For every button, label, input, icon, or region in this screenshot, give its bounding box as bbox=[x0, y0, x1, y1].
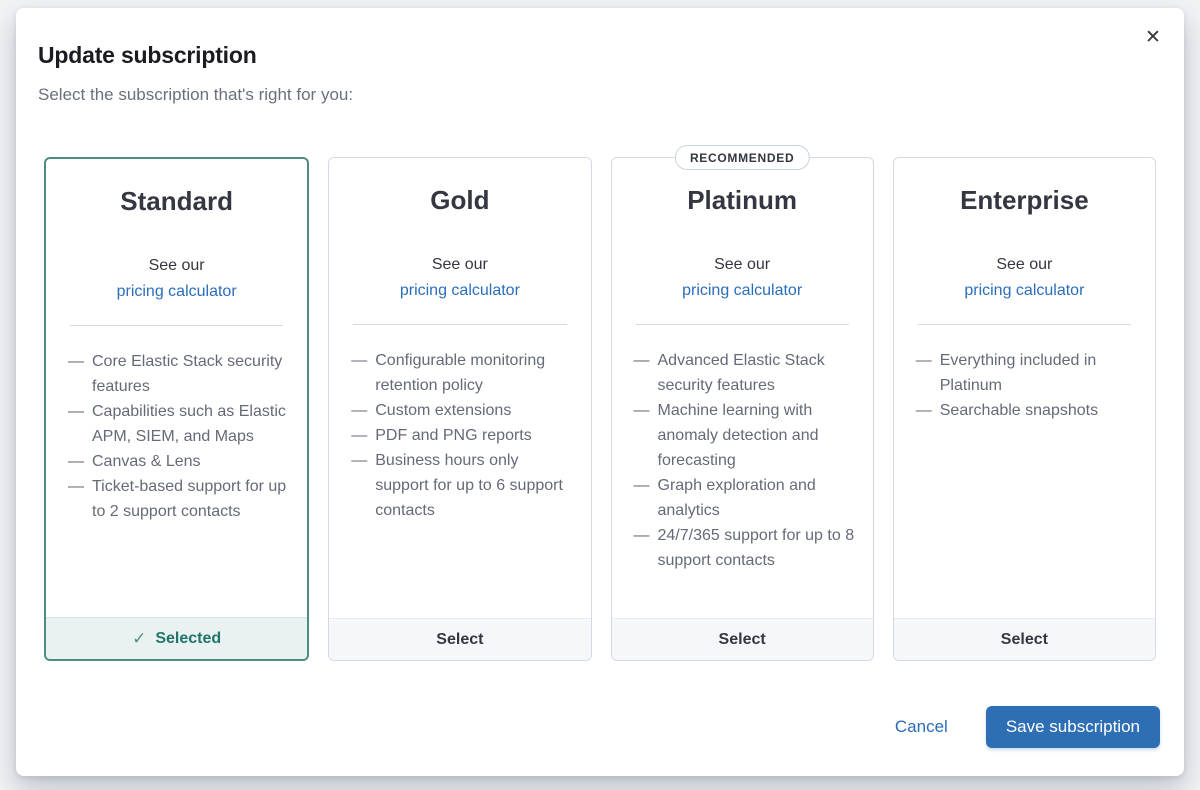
feature-text: Custom extensions bbox=[375, 398, 511, 423]
select-button-label: Select bbox=[1001, 631, 1048, 649]
dash-bullet: — bbox=[68, 349, 84, 399]
dash-bullet: — bbox=[68, 474, 84, 524]
plan-title: Gold bbox=[329, 185, 590, 216]
pricing-block: See our pricing calculator bbox=[894, 252, 1155, 304]
dash-bullet: — bbox=[634, 398, 650, 473]
list-item: — Canvas & Lens bbox=[68, 449, 289, 474]
list-item: —Everything included in Platinum bbox=[916, 348, 1137, 398]
list-item: —Advanced Elastic Stack security feature… bbox=[634, 348, 855, 398]
feature-text: Core Elastic Stack security features bbox=[92, 349, 289, 399]
dash-bullet: — bbox=[634, 473, 650, 523]
modal-title: Update subscription bbox=[38, 42, 1162, 69]
dash-bullet: — bbox=[634, 523, 650, 573]
modal-subtitle: Select the subscription that's right for… bbox=[38, 85, 1162, 105]
feature-text: Configurable monitoring retention policy bbox=[375, 348, 572, 398]
divider bbox=[636, 324, 849, 325]
close-icon[interactable]: ✕ bbox=[1140, 24, 1166, 50]
see-our-text: See our bbox=[894, 252, 1155, 278]
dash-bullet: — bbox=[634, 348, 650, 398]
dash-bullet: — bbox=[351, 348, 367, 398]
dash-bullet: — bbox=[351, 398, 367, 423]
feature-text: Canvas & Lens bbox=[92, 449, 201, 474]
plan-card-gold: Gold See our pricing calculator —Configu… bbox=[328, 157, 591, 661]
pricing-calculator-link[interactable]: pricing calculator bbox=[612, 278, 873, 304]
plan-card-platinum: RECOMMENDED Platinum See our pricing cal… bbox=[611, 157, 874, 661]
see-our-text: See our bbox=[46, 253, 307, 279]
pricing-block: See our pricing calculator bbox=[612, 252, 873, 304]
feature-text: Searchable snapshots bbox=[940, 398, 1098, 423]
feature-list: —Everything included in Platinum —Search… bbox=[916, 348, 1137, 423]
check-icon: ✓ bbox=[132, 629, 146, 649]
divider bbox=[918, 324, 1131, 325]
list-item: —Ticket-based support for up to 2 suppor… bbox=[68, 474, 289, 524]
feature-list: —Advanced Elastic Stack security feature… bbox=[634, 348, 855, 573]
divider bbox=[70, 325, 283, 326]
feature-list: —Configurable monitoring retention polic… bbox=[351, 348, 572, 523]
save-subscription-button[interactable]: Save subscription bbox=[986, 706, 1160, 748]
feature-text: Graph exploration and analytics bbox=[658, 473, 855, 523]
divider bbox=[353, 324, 566, 325]
see-our-text: See our bbox=[329, 252, 590, 278]
list-item: —24/7/365 support for up to 8 support co… bbox=[634, 523, 855, 573]
plan-title: Platinum bbox=[612, 185, 873, 216]
plan-card-standard: Standard See our pricing calculator —Cor… bbox=[44, 157, 309, 661]
select-gold-button[interactable]: Select bbox=[329, 618, 590, 660]
select-enterprise-button[interactable]: Select bbox=[894, 618, 1155, 660]
feature-text: 24/7/365 support for up to 8 support con… bbox=[658, 523, 855, 573]
dash-bullet: — bbox=[351, 423, 367, 448]
feature-text: Advanced Elastic Stack security features bbox=[658, 348, 855, 398]
recommended-badge: RECOMMENDED bbox=[675, 145, 809, 170]
select-button-label: Selected bbox=[155, 630, 221, 648]
select-standard-button[interactable]: ✓ Selected bbox=[46, 617, 307, 659]
feature-text: PDF and PNG reports bbox=[375, 423, 532, 448]
list-item: —Machine learning with anomaly detection… bbox=[634, 398, 855, 473]
list-item: — PDF and PNG reports bbox=[351, 423, 572, 448]
feature-text: Ticket-based support for up to 2 support… bbox=[92, 474, 289, 524]
pricing-calculator-link[interactable]: pricing calculator bbox=[46, 279, 307, 305]
plan-title: Standard bbox=[46, 186, 307, 217]
list-item: — Custom extensions bbox=[351, 398, 572, 423]
cancel-button[interactable]: Cancel bbox=[895, 717, 948, 737]
list-item: — Searchable snapshots bbox=[916, 398, 1137, 423]
list-item: —Configurable monitoring retention polic… bbox=[351, 348, 572, 398]
plan-cards-row: Standard See our pricing calculator —Cor… bbox=[38, 157, 1162, 661]
modal-actions: Cancel Save subscription bbox=[38, 706, 1162, 748]
pricing-calculator-link[interactable]: pricing calculator bbox=[894, 278, 1155, 304]
pricing-block: See our pricing calculator bbox=[329, 252, 590, 304]
plan-title: Enterprise bbox=[894, 185, 1155, 216]
list-item: —Business hours only support for up to 6… bbox=[351, 448, 572, 523]
feature-text: Everything included in Platinum bbox=[940, 348, 1137, 398]
update-subscription-modal: ✕ Update subscription Select the subscri… bbox=[16, 8, 1184, 776]
feature-text: Machine learning with anomaly detection … bbox=[658, 398, 855, 473]
dash-bullet: — bbox=[916, 398, 932, 423]
plan-card-enterprise: Enterprise See our pricing calculator —E… bbox=[893, 157, 1156, 661]
list-item: —Graph exploration and analytics bbox=[634, 473, 855, 523]
pricing-calculator-link[interactable]: pricing calculator bbox=[329, 278, 590, 304]
list-item: —Core Elastic Stack security features bbox=[68, 349, 289, 399]
select-platinum-button[interactable]: Select bbox=[612, 618, 873, 660]
list-item: —Capabilities such as Elastic APM, SIEM,… bbox=[68, 399, 289, 449]
see-our-text: See our bbox=[612, 252, 873, 278]
feature-text: Capabilities such as Elastic APM, SIEM, … bbox=[92, 399, 289, 449]
feature-list: —Core Elastic Stack security features —C… bbox=[68, 349, 289, 524]
pricing-block: See our pricing calculator bbox=[46, 253, 307, 305]
dash-bullet: — bbox=[68, 399, 84, 449]
dash-bullet: — bbox=[351, 448, 367, 523]
select-button-label: Select bbox=[719, 631, 766, 649]
dash-bullet: — bbox=[68, 449, 84, 474]
feature-text: Business hours only support for up to 6 … bbox=[375, 448, 572, 523]
select-button-label: Select bbox=[436, 631, 483, 649]
dash-bullet: — bbox=[916, 348, 932, 398]
